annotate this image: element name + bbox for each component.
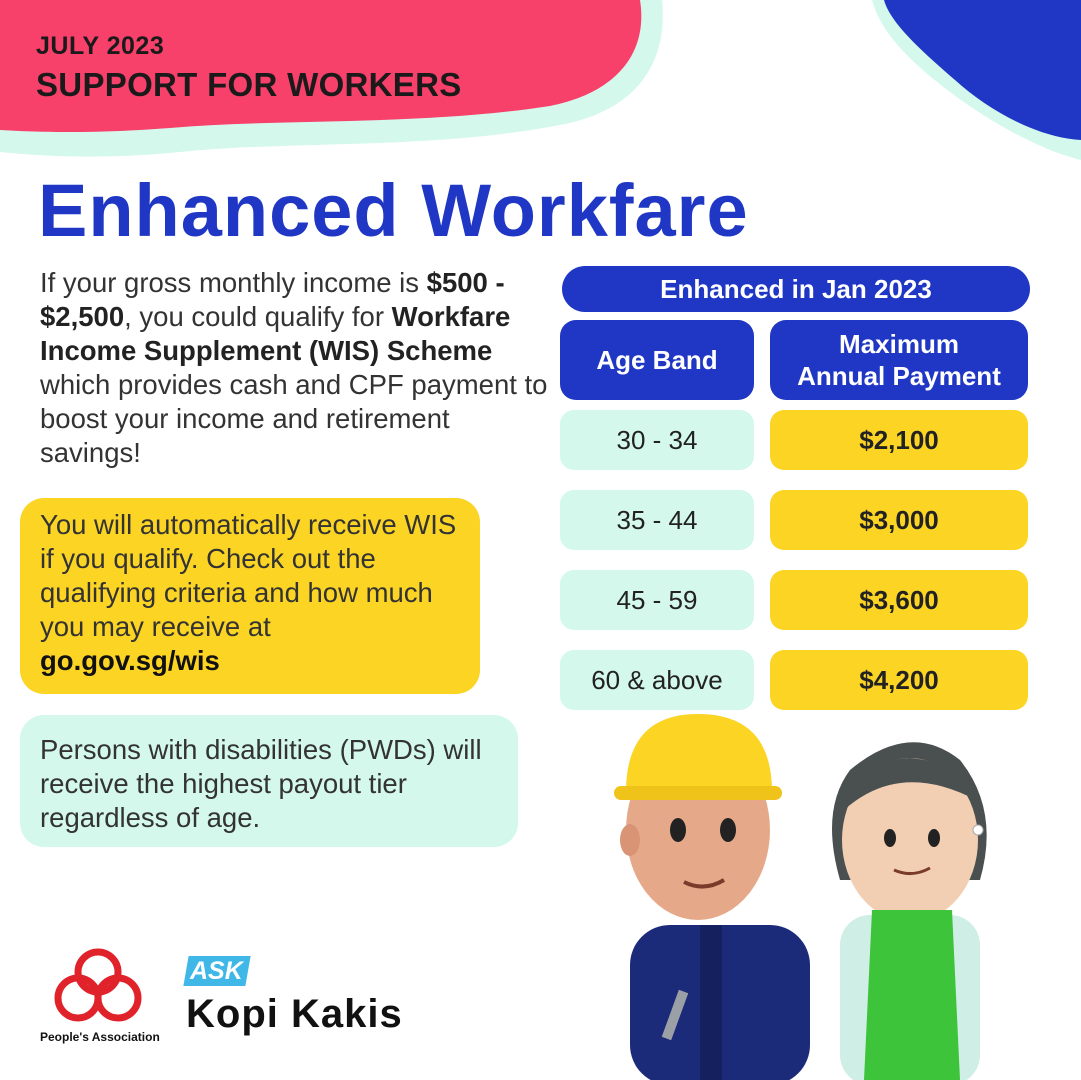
ask-label: ASK (190, 957, 243, 985)
age-band-cell: 35 - 44 (560, 490, 754, 550)
intro-text-2: , you could qualify for (124, 301, 392, 332)
wis-link[interactable]: go.gov.sg/wis (40, 645, 220, 676)
pwd-note-text: Persons with disabilities (PWDs) will re… (40, 734, 482, 833)
header-heading: SUPPORT FOR WORKERS (36, 66, 462, 103)
kopi-kakis-logo: Kopi Kakis (186, 992, 403, 1036)
payment-cell: $2,100 (770, 410, 1028, 470)
pwd-note-box: Persons with disabilities (PWDs) will re… (20, 715, 518, 847)
payment-header-line2: Annual Payment (797, 361, 1001, 391)
payment-cell: $3,600 (770, 570, 1028, 630)
column-header-payment: Maximum Annual Payment (770, 320, 1028, 400)
intro-paragraph: If your gross monthly income is $500 - $… (40, 266, 550, 470)
age-band-cell: 30 - 34 (560, 410, 754, 470)
age-band-cell: 45 - 59 (560, 570, 754, 630)
table-caption: Enhanced in Jan 2023 (562, 266, 1030, 312)
workers-illustration (614, 714, 987, 1080)
page-title: Enhanced Workfare (38, 169, 749, 252)
header-kicker: JULY 2023 (36, 32, 165, 60)
male-worker-figure (614, 714, 810, 1080)
blue-blob (884, 0, 1081, 140)
column-header-age: Age Band (560, 320, 754, 400)
peoples-association-label: People's Association (40, 1030, 160, 1044)
auto-receive-box: You will automatically receive WIS if yo… (20, 498, 480, 694)
female-worker-figure (832, 742, 987, 1080)
auto-receive-text: You will automatically receive WIS if yo… (40, 509, 457, 642)
payment-cell: $3,000 (770, 490, 1028, 550)
intro-text-3: which provides cash and CPF payment to b… (40, 369, 548, 468)
payment-header-line1: Maximum (839, 329, 959, 359)
intro-text-1: If your gross monthly income is (40, 267, 427, 298)
peoples-association-logo (54, 948, 142, 1022)
